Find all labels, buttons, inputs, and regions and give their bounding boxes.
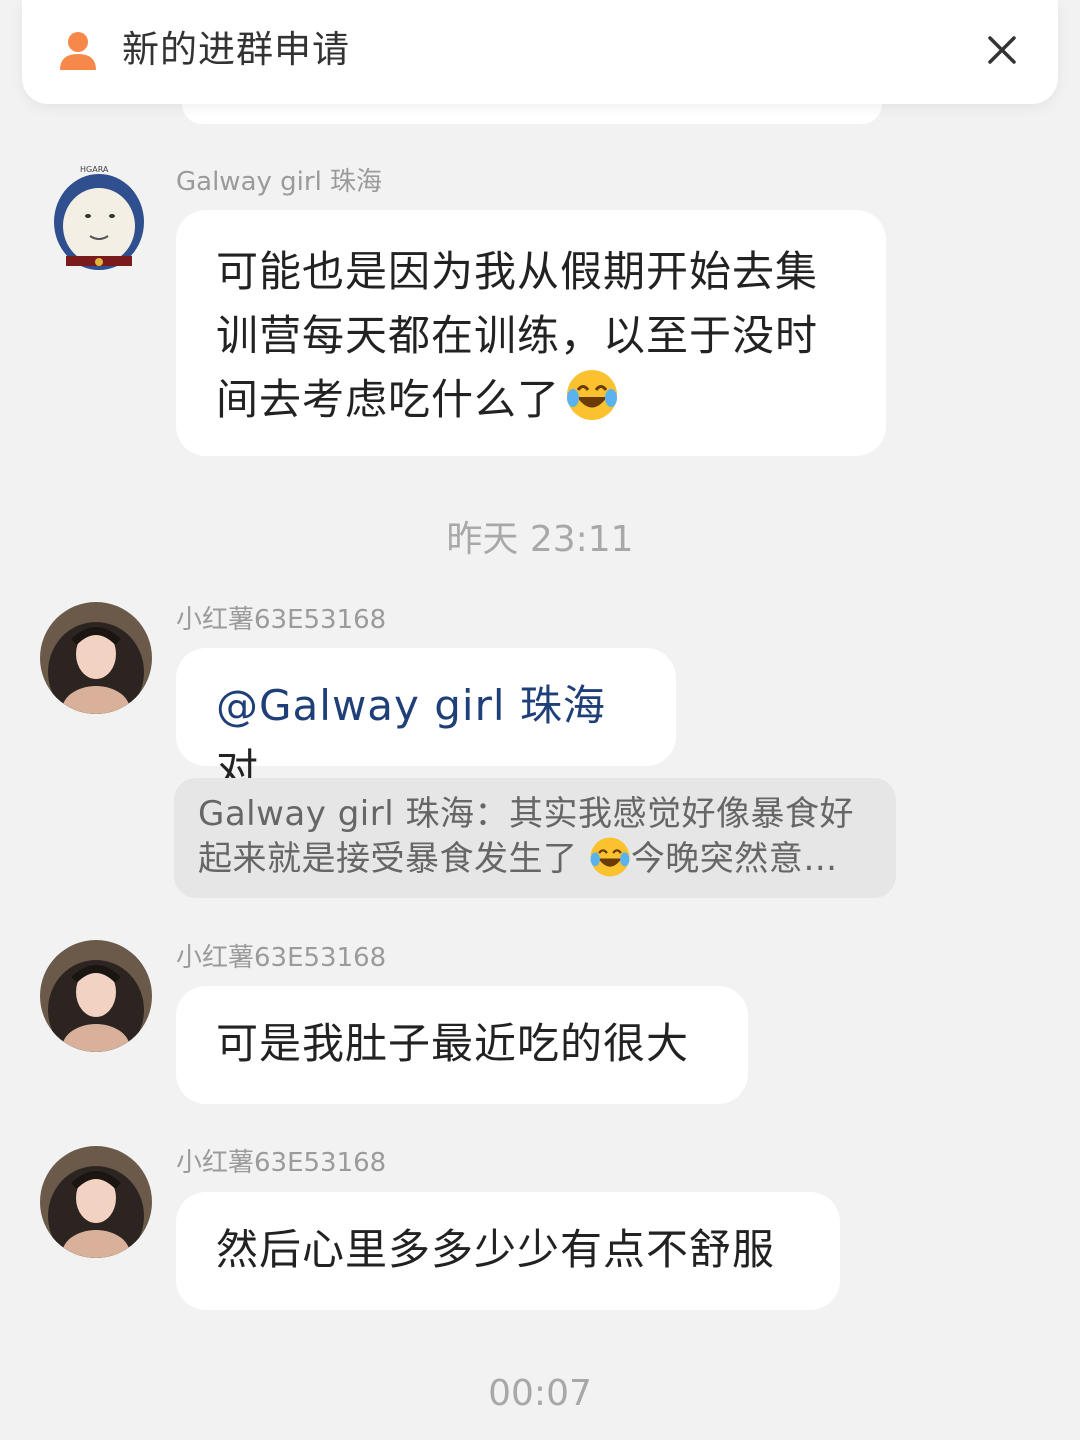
message-bubble[interactable]: 可能也是因为我从假期开始去集训营每天都在训练，以至于没时间去考虑吃什么了 (176, 210, 886, 456)
laughing-tears-emoji-icon (567, 370, 618, 420)
sender-name: Galway girl 珠海 (176, 167, 383, 197)
avatar[interactable] (40, 602, 152, 714)
avatar[interactable] (40, 940, 152, 1052)
message-text: 可能也是因为我从假期开始去集训营每天都在训练，以至于没时间去考虑吃什么了 (216, 247, 819, 424)
timestamp: 00:07 (488, 1373, 592, 1414)
mention-link[interactable]: @Galway girl 珠海 (216, 681, 606, 730)
person-icon (60, 32, 96, 70)
quote-author: Galway girl 珠海： (198, 794, 509, 834)
portrait-avatar-image (40, 602, 152, 714)
quoted-message[interactable]: Galway girl 珠海：其实我感觉好像暴食好起来就是接受暴食发生了 今晚突… (174, 778, 896, 898)
message-bubble[interactable]: @Galway girl 珠海 对 (176, 648, 676, 794)
message-text: 可是我肚子最近吃的很大 (216, 1019, 690, 1068)
quote-text-continued: 今晚突然意… (630, 839, 838, 879)
svg-text:HGARA: HGARA (80, 165, 109, 174)
message-bubble[interactable]: 可是我肚子最近吃的很大 (176, 986, 748, 1104)
sender-name: 小红薯63E53168 (176, 943, 387, 973)
close-icon[interactable] (984, 32, 1020, 68)
timestamp: 昨天 23:11 (446, 519, 634, 560)
message-text: 然后心里多多少少有点不舒服 (216, 1225, 776, 1274)
chat-screen: 新的进群申请 HGARA Galway girl 珠海 可能也是因为我从假期开始… (0, 0, 1080, 1440)
portrait-avatar-image (40, 940, 152, 1052)
banner-title: 新的进群申请 (122, 28, 350, 71)
cartoon-avatar-image: HGARA (54, 165, 144, 270)
sender-name: 小红薯63E53168 (176, 605, 387, 635)
portrait-avatar-image (40, 1146, 152, 1258)
laughing-tears-emoji-icon (590, 837, 630, 877)
group-join-request-banner[interactable]: 新的进群申请 (22, 0, 1058, 104)
avatar[interactable]: HGARA (52, 162, 146, 272)
message-bubble[interactable]: 然后心里多多少少有点不舒服 (176, 1192, 840, 1310)
sender-name: 小红薯63E53168 (176, 1148, 387, 1178)
avatar[interactable] (40, 1146, 152, 1258)
